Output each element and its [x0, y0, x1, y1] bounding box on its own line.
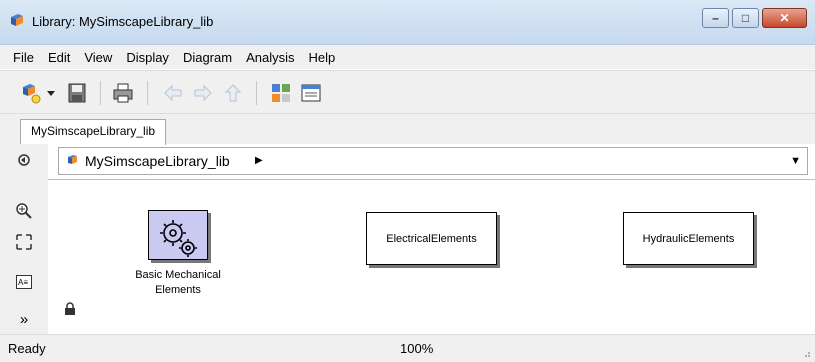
annotation-icon[interactable]: A≡ [13, 271, 35, 293]
hide-explorer-bar-icon[interactable] [14, 150, 34, 170]
simulink-library-icon [68, 155, 77, 164]
new-model-icon[interactable] [20, 82, 42, 104]
gears-icon [160, 220, 197, 257]
mechanical-label-line2: Elements [155, 284, 201, 296]
menu-analysis[interactable]: Analysis [239, 50, 301, 65]
electrical-elements-block[interactable]: ElectricalElements [366, 212, 497, 265]
menu-help[interactable]: Help [301, 50, 342, 65]
save-icon[interactable] [66, 82, 88, 104]
mechanical-label-line1: Basic Mechanical [135, 269, 221, 281]
menu-diagram[interactable]: Diagram [176, 50, 239, 65]
chevron-down-icon[interactable]: ▼ [790, 155, 801, 167]
fit-to-view-icon[interactable] [13, 231, 35, 253]
expand-rail-icon[interactable]: » [13, 309, 35, 331]
back-arrow-icon[interactable] [162, 82, 184, 104]
toolbar-separator [256, 81, 257, 105]
tab-mysimscapelibrary-lib[interactable]: MySimscapeLibrary_lib [20, 119, 167, 145]
status-bar: Ready 100% [0, 334, 815, 362]
breadcrumb-arrow-icon[interactable]: ▶ [255, 155, 263, 166]
status-text: Ready [8, 341, 46, 356]
zoom-level: 100% [400, 341, 434, 356]
window-controls: – □ ✕ [699, 8, 807, 28]
title-bar: Library: MySimscapeLibrary_lib – □ ✕ [0, 0, 815, 45]
address-bar[interactable]: MySimscapeLibrary_lib ▶ ▼ [58, 147, 808, 175]
simulink-library-icon [11, 14, 23, 26]
electrical-elements-label: ElectricalElements [386, 233, 477, 245]
menu-display[interactable]: Display [119, 50, 176, 65]
close-button[interactable]: ✕ [762, 8, 807, 28]
zoom-icon[interactable] [13, 200, 35, 222]
lock-icon[interactable] [64, 302, 76, 316]
basic-mechanical-elements-block[interactable] [148, 210, 208, 260]
minimize-icon: – [712, 11, 719, 25]
toolbar [0, 70, 815, 114]
model-explorer-icon[interactable] [300, 82, 322, 104]
chevron-down-icon[interactable] [47, 91, 55, 97]
close-icon: ✕ [779, 11, 790, 25]
tab-strip: MySimscapeLibrary_lib [0, 114, 815, 145]
library-browser-icon[interactable] [270, 82, 292, 104]
maximize-button[interactable]: □ [732, 8, 759, 28]
svg-text:A≡: A≡ [18, 278, 28, 287]
minimize-button[interactable]: – [702, 8, 729, 28]
up-arrow-icon[interactable] [222, 82, 244, 104]
menu-view[interactable]: View [77, 50, 119, 65]
hydraulic-elements-block[interactable]: HydraulicElements [623, 212, 754, 265]
toolbar-separator [147, 81, 148, 105]
forward-arrow-icon[interactable] [192, 82, 214, 104]
print-icon[interactable] [112, 82, 134, 104]
library-window: Library: MySimscapeLibrary_lib – □ ✕ Fil… [0, 0, 815, 362]
menu-bar: File Edit View Display Diagram Analysis … [0, 45, 815, 69]
maximize-icon: □ [741, 11, 750, 25]
address-path[interactable]: MySimscapeLibrary_lib [85, 153, 230, 169]
menu-file[interactable]: File [6, 50, 41, 65]
window-title: Library: MySimscapeLibrary_lib [32, 14, 214, 29]
hydraulic-elements-label: HydraulicElements [642, 233, 735, 245]
toolbar-separator [100, 81, 101, 105]
resize-grip-icon[interactable] [801, 348, 811, 358]
basic-mechanical-elements-label: Basic Mechanical Elements [118, 268, 238, 298]
menu-edit[interactable]: Edit [41, 50, 77, 65]
